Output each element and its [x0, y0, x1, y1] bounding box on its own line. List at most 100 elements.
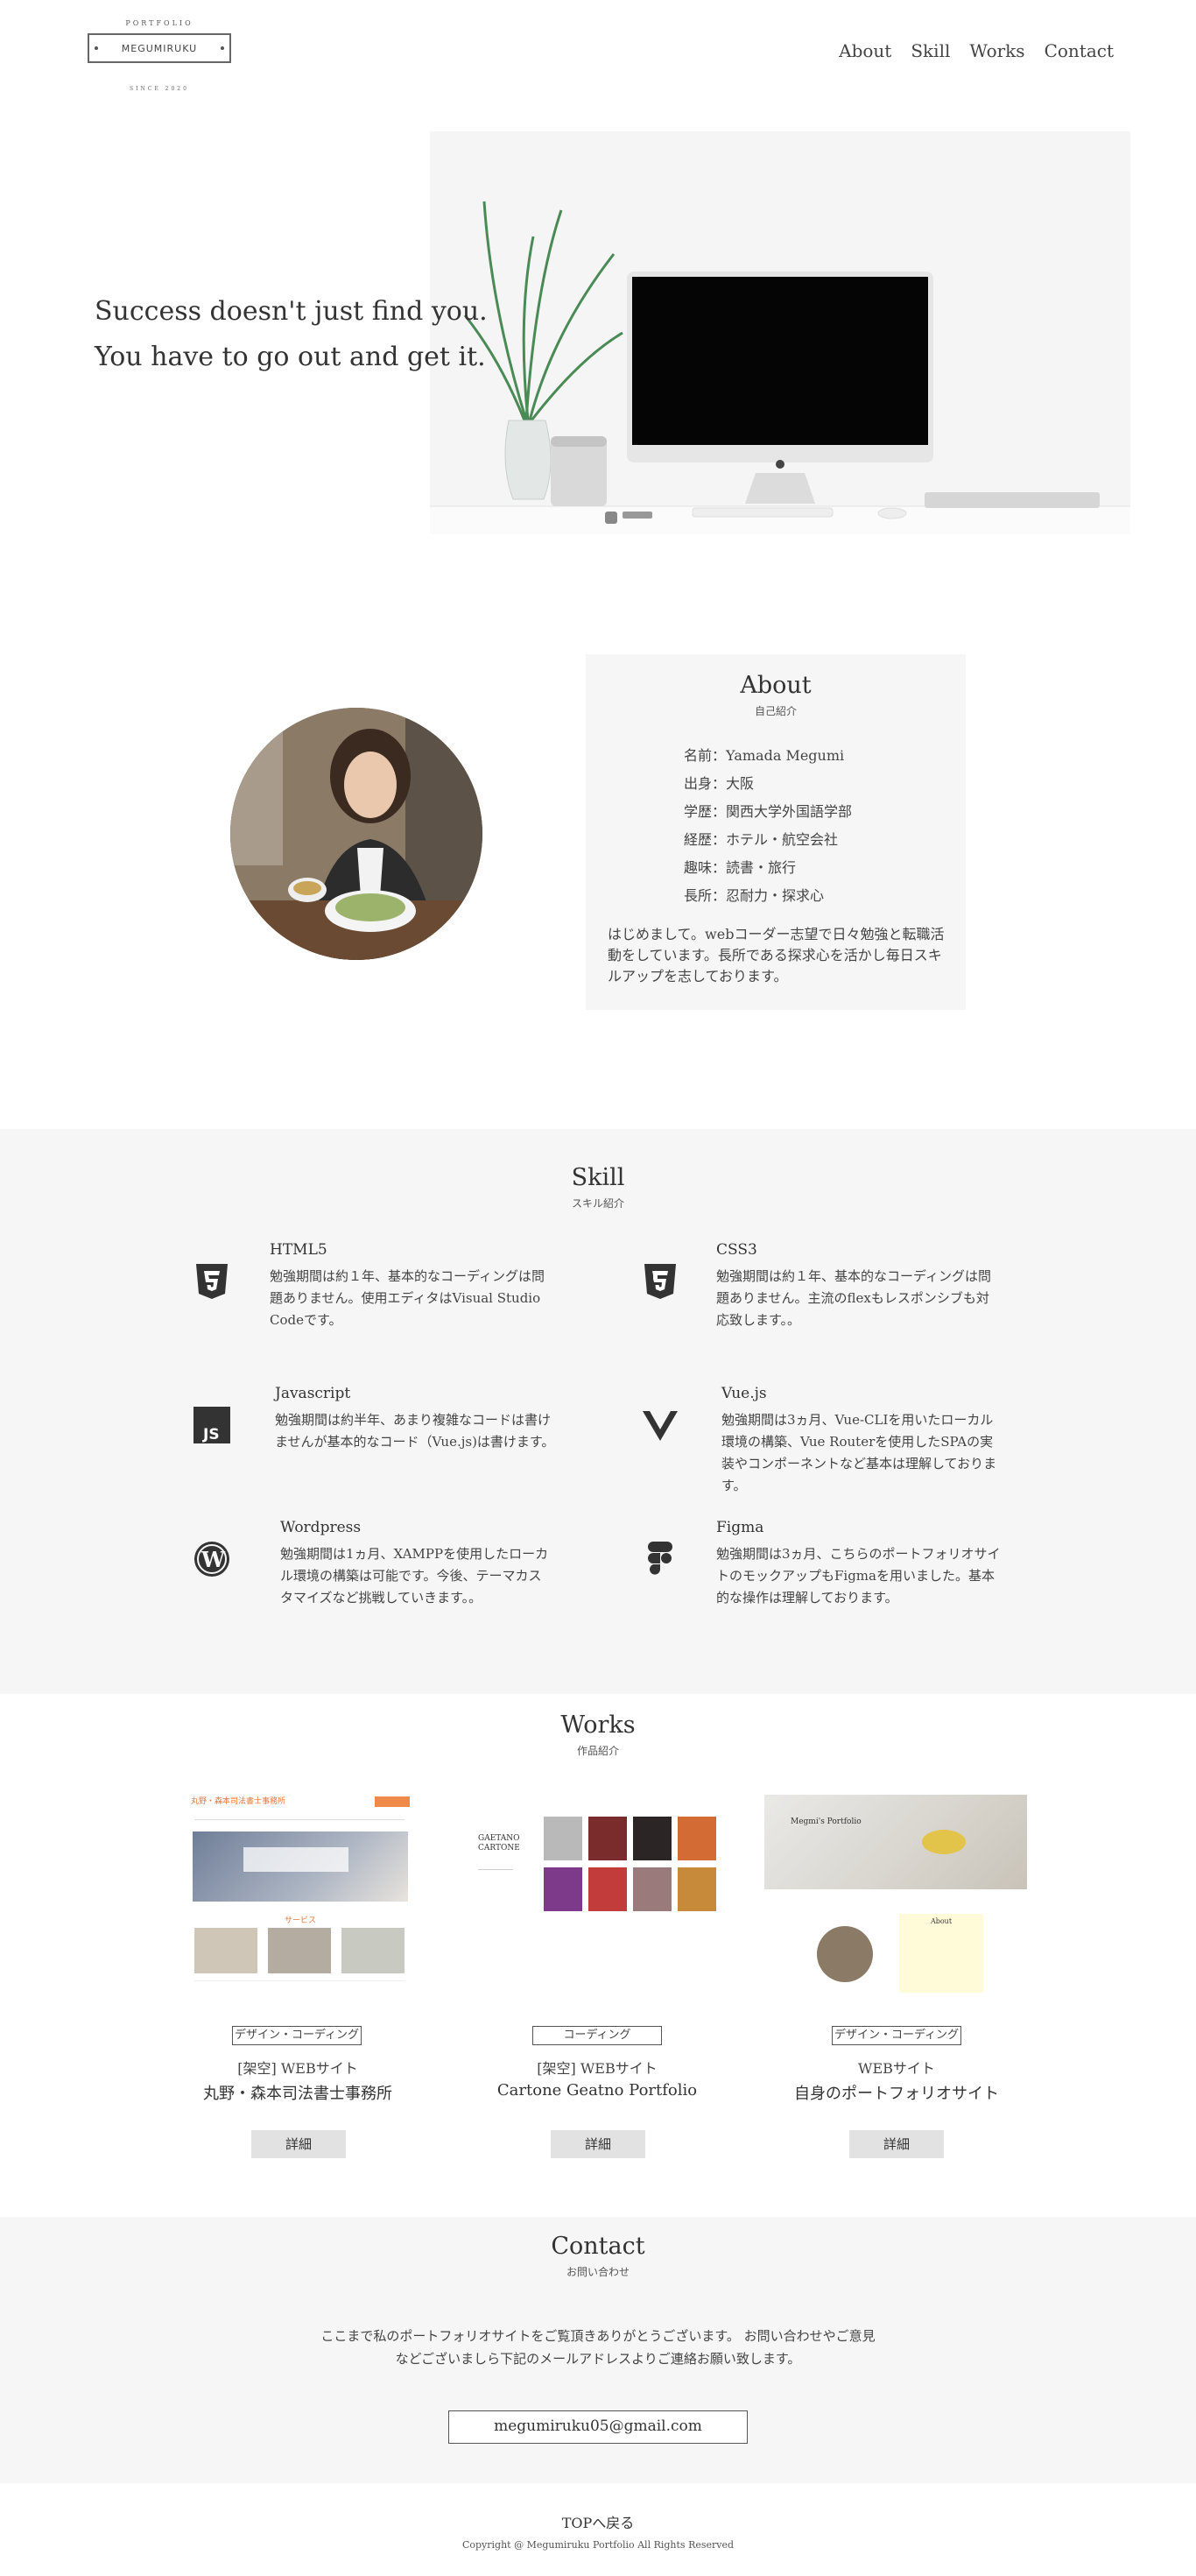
about-item-name: 名前：Yamada Megumi — [684, 747, 845, 764]
css3-icon — [644, 1264, 676, 1299]
logo-box: MEGUMIRUKU — [88, 33, 231, 63]
logo-bottom-text: SINCE 2020 — [130, 86, 189, 92]
work-name-1: 丸野・森本司法書士事務所 — [203, 2085, 392, 2103]
thumb-service-text — [194, 1980, 405, 1996]
nav-works[interactable]: Works — [969, 40, 1024, 61]
svg-text:JS: JS — [202, 1426, 220, 1443]
logo-name: MEGUMIRUKU — [121, 42, 198, 54]
logo-top-text: PORTFOLIO — [125, 19, 193, 27]
contact-message-line-1: ここまで私のポートフォリオサイトをご覧頂きありがとうございます。 お問い合わせや… — [320, 2328, 876, 2344]
thumb-site-title: GAETANO CARTONE — [478, 1834, 520, 1853]
contact-subtitle: お問い合わせ — [566, 2266, 630, 2278]
hero-image — [430, 131, 1130, 534]
contact-title: Contact — [551, 2233, 645, 2260]
site-logo[interactable]: PORTFOLIO MEGUMIRUKU SINCE 2020 — [88, 19, 231, 92]
works-title: Works — [560, 1711, 636, 1739]
svg-text:W: W — [201, 1547, 226, 1572]
about-item-hometown: 出身：大阪 — [684, 775, 755, 792]
js-icon: JS — [193, 1407, 230, 1443]
contact-message: ここまで私のポートフォリオサイトをご覧頂きありがとうございます。 お問い合わせや… — [0, 2325, 1196, 2370]
about-item-strength: 長所：忍耐力・探求心 — [684, 887, 825, 904]
skill-name: Figma — [716, 1519, 764, 1536]
nav-about[interactable]: About — [839, 40, 891, 61]
work-tag-2: コーディング — [532, 2026, 662, 2045]
skill-subtitle: スキル紹介 — [571, 1197, 624, 1210]
about-subtitle: 自己紹介 — [754, 705, 797, 717]
main-nav: About Skill Works Contact — [839, 40, 1114, 61]
thumb-photo-7 — [633, 1867, 672, 1911]
about-intro-text: はじめまして。webコーダー志望で日々勉強と転職活動をしています。長所である探求… — [608, 926, 945, 985]
thumb-cup — [922, 1830, 966, 1854]
thumb-site-title: Megmi's Portfolio — [791, 1817, 862, 1826]
skill-name: HTML5 — [270, 1241, 327, 1259]
skill-desc: 勉強期間は1ヵ月、XAMPPを使用したローカル環境の構築は可能です。今後、テーマ… — [280, 1546, 549, 1606]
hero-tagline: Success doesn't just find you. You have … — [95, 289, 488, 380]
skill-title: Skill — [571, 1164, 625, 1191]
work-detail-button-3[interactable]: 詳細 — [849, 2130, 944, 2158]
hero-line-1: Success doesn't just find you. — [95, 296, 488, 327]
thumb-photo-3 — [633, 1817, 672, 1860]
about-card: About 自己紹介 名前：Yamada Megumi 出身：大阪 学歴：関西大… — [586, 654, 966, 1010]
hero-desk-illustration — [430, 131, 1130, 534]
work-category-3: WEBサイト — [858, 2060, 935, 2077]
thumb-hero — [764, 1795, 1027, 1889]
about-item-hobby: 趣味：読書・旅行 — [684, 859, 797, 876]
work-name-2: Cartone Geatno Portfolio — [496, 2081, 698, 2100]
wordpress-icon: W — [194, 1542, 229, 1577]
skill-name: Vue.js — [721, 1385, 767, 1402]
thumb-service-img-3 — [341, 1928, 405, 1973]
thumb-photo-1 — [544, 1817, 582, 1860]
contact-section: Contact お問い合わせ ここまで私のポートフォリオサイトをご覧頂きありがと… — [0, 2217, 1196, 2483]
thumb-photo-4 — [678, 1817, 716, 1860]
work-tag-1: デザイン・コーディング — [232, 2026, 362, 2045]
profile-photo — [230, 708, 482, 960]
hero-line-2: You have to go out and get it. — [95, 342, 486, 372]
skill-desc: 勉強期間は約１年、基本的なコーディングは問題ありません。使用エディタはVisua… — [270, 1268, 545, 1328]
vue-icon — [643, 1411, 678, 1441]
works-section: Works 作品紹介 丸野・森本司法書士事務所 サービス デザイン・コーディング… — [0, 1694, 1196, 2217]
work-tag-3: デザイン・コーディング — [832, 2026, 961, 2045]
contact-message-line-2: などございましら下記のメールアドレスよりご連絡お願い致します。 — [395, 2351, 801, 2367]
copyright-text: Copyright @ Megumiruku Portfolio All Rig… — [461, 2539, 735, 2551]
about-profile-list: 名前：Yamada Megumi 出身：大阪 学歴：関西大学外国語学部 経歴：ホ… — [684, 742, 852, 910]
nav-contact[interactable]: Contact — [1045, 40, 1114, 61]
work-thumbnail-1[interactable]: 丸野・森本司法書士事務所 サービス — [191, 1795, 454, 2022]
work-thumbnail-3[interactable]: Megmi's Portfolio About — [764, 1795, 1027, 1996]
back-to-top-link[interactable]: TOPへ戻る — [0, 2511, 1196, 2532]
work-category-2: [架空] WEBサイト — [537, 2060, 658, 2077]
work-category-1: [架空] WEBサイト — [237, 2060, 358, 2077]
thumb-photo-5 — [544, 1867, 582, 1911]
works-subtitle: 作品紹介 — [576, 1745, 619, 1757]
thumb-contact-badge — [375, 1796, 410, 1807]
thumb-about-card — [899, 1914, 983, 1993]
work-thumbnail-2[interactable]: GAETANO CARTONE — [469, 1817, 732, 2001]
thumb-service-img-2 — [268, 1928, 331, 1973]
figma-icon — [648, 1542, 672, 1575]
about-title: About — [740, 672, 812, 699]
skill-desc: 勉強期間は3ヵ月、こちらのポートフォリオサイトのモックアップもFigmaを用いま… — [716, 1546, 1001, 1606]
thumb-section-title: About — [930, 1917, 953, 1925]
thumb-avatar — [817, 1926, 873, 1982]
thumb-hero-caption — [243, 1847, 348, 1872]
skill-desc: 勉強期間は約半年、あまり複雑なコードは書けませんが基本的なコード（Vue.js)… — [275, 1412, 555, 1450]
skill-desc: 勉強期間は約１年、基本的なコーディングは問題ありません。主流のflexもレスポン… — [716, 1268, 991, 1328]
thumb-photo-8 — [678, 1867, 716, 1911]
nav-skill[interactable]: Skill — [911, 40, 950, 61]
thumb-service-img-1 — [194, 1928, 257, 1973]
work-detail-button-1[interactable]: 詳細 — [251, 2130, 346, 2158]
thumb-section-title: サービス — [284, 1916, 316, 1925]
thumb-photo-6 — [588, 1867, 627, 1911]
work-name-3: 自身のポートフォリオサイト — [794, 2085, 999, 2103]
html5-icon — [196, 1264, 228, 1299]
skill-name: Javascript — [275, 1385, 351, 1402]
thumb-nav-line — [194, 1819, 405, 1823]
thumb-sidebar — [478, 1869, 513, 1904]
work-detail-button-2[interactable]: 詳細 — [551, 2130, 645, 2158]
about-item-career: 経歴：ホテル・航空会社 — [684, 831, 839, 848]
about-item-education: 学歴：関西大学外国語学部 — [684, 803, 853, 820]
skill-name: CSS3 — [716, 1241, 757, 1259]
skill-section: Skill スキル紹介 HTML5 勉強期間は約１年、基本的なコーディングは問題… — [0, 1129, 1196, 1694]
contact-email[interactable]: megumiruku05@gmail.com — [448, 2410, 748, 2444]
skill-name: Wordpress — [280, 1519, 362, 1536]
profile-photo-illustration — [230, 708, 482, 960]
